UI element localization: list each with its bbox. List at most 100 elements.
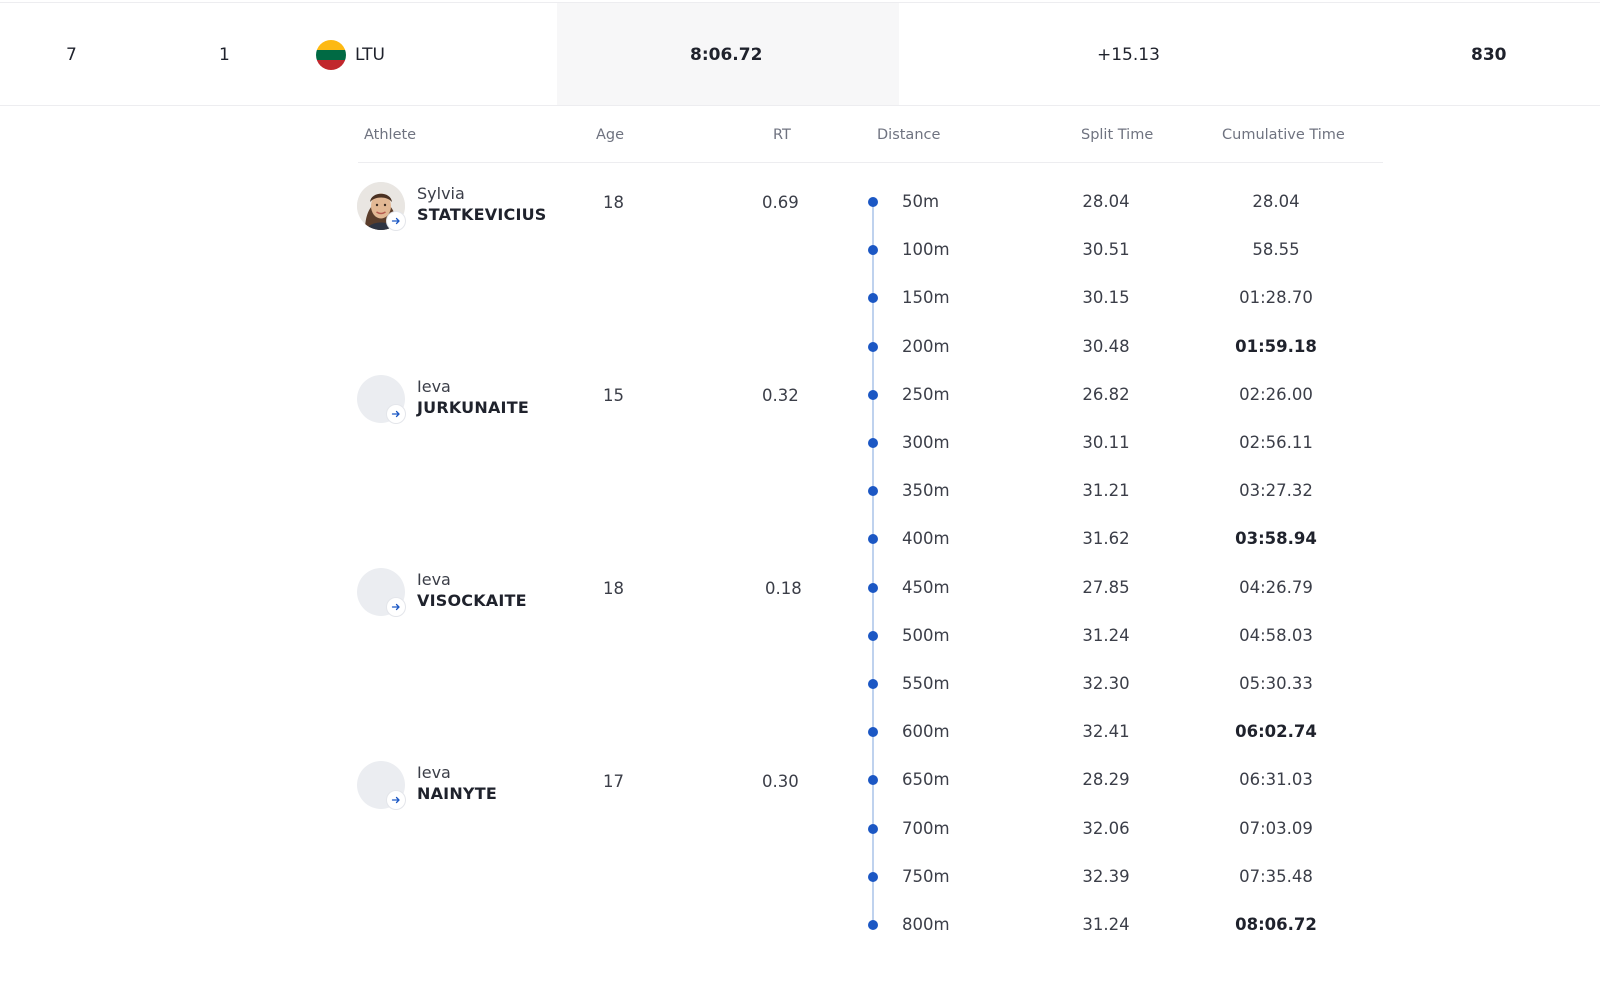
- athlete-last-name: VISOCKAITE: [417, 591, 527, 610]
- results-page: 7 1 LTU 8:06.72 +15.13 830 Athlete Age R…: [0, 0, 1600, 982]
- split-distance: 600m: [902, 722, 950, 742]
- cumulative-time: 06:31.03: [1239, 770, 1313, 790]
- split-row: 450m 27.85 04:26.79: [860, 577, 1390, 601]
- header-split-time: Split Time: [1081, 127, 1154, 143]
- split-row: 500m 31.24 04:58.03: [860, 625, 1390, 649]
- split-distance: 200m: [902, 336, 950, 356]
- header-cumulative-time: Cumulative Time: [1222, 127, 1345, 143]
- athlete-rt: 0.69: [762, 193, 799, 212]
- athlete-first-name: Ieva: [417, 570, 451, 589]
- timeline-dot-icon: [868, 920, 878, 930]
- split-distance: 400m: [902, 529, 950, 549]
- athlete-first-name: Ieva: [417, 763, 451, 782]
- split-time: 28.04: [1082, 192, 1130, 211]
- split-time: 31.24: [1082, 625, 1130, 645]
- split-distance: 100m: [902, 240, 950, 260]
- athlete-age: 18: [603, 579, 624, 598]
- avatar-placeholder: [357, 761, 405, 809]
- split-row: 600m 32.41 06:02.74: [860, 721, 1390, 745]
- timeline-dot-icon: [868, 293, 878, 304]
- split-distance: 750m: [902, 866, 950, 886]
- cumulative-time: 02:26.00: [1239, 384, 1313, 404]
- cumulative-time: 04:26.79: [1239, 577, 1313, 597]
- split-row: 400m 31.62 03:58.94: [860, 528, 1390, 552]
- split-time: 31.21: [1082, 481, 1130, 501]
- athlete-last-name: NAINYTE: [417, 784, 497, 803]
- athlete-3[interactable]: Ieva VISOCKAITE: [357, 568, 577, 620]
- split-row: 350m 31.21 03:27.32: [860, 480, 1390, 504]
- header-rt: RT: [773, 127, 791, 143]
- split-row: 150m 30.15 01:28.70: [860, 287, 1390, 311]
- header-age: Age: [596, 127, 625, 143]
- points: 830: [1471, 45, 1507, 65]
- split-row: 100m 30.51 58.55: [860, 239, 1390, 263]
- split-distance: 350m: [902, 481, 950, 501]
- athlete-age: 18: [603, 193, 624, 212]
- timeline-dot-icon: [868, 197, 878, 207]
- header-distance: Distance: [877, 127, 941, 143]
- header-divider: [358, 162, 1383, 163]
- athlete-age: 15: [603, 386, 624, 405]
- timeline-dot-icon: [868, 871, 878, 882]
- athlete-rt: 0.32: [762, 386, 799, 405]
- split-time: 32.39: [1082, 866, 1130, 886]
- split-distance: 150m: [902, 288, 950, 308]
- timeline-dot-icon: [868, 534, 878, 545]
- split-distance: 50m: [902, 192, 940, 211]
- lithuania-flag-icon: [316, 40, 346, 70]
- split-row: 50m 28.04 28.04: [860, 191, 1390, 215]
- split-distance: 550m: [902, 674, 950, 693]
- athlete-2[interactable]: Ieva JURKUNAITE: [357, 375, 577, 427]
- cumulative-time: 06:02.74: [1235, 722, 1317, 742]
- split-distance: 700m: [902, 818, 950, 838]
- split-time: 28.29: [1082, 770, 1130, 790]
- split-time: 31.24: [1082, 915, 1130, 934]
- timeline-dot-icon: [868, 582, 878, 593]
- timeline-dot-icon: [868, 679, 878, 689]
- athlete-last-name: JURKUNAITE: [417, 398, 529, 417]
- athlete-first-name: Ieva: [417, 377, 451, 396]
- timeline-dot-icon: [868, 727, 878, 738]
- split-time: 27.85: [1082, 577, 1130, 597]
- header-athlete: Athlete: [364, 127, 417, 143]
- timeline-dot-icon: [868, 823, 878, 834]
- avatar-placeholder: [357, 375, 405, 423]
- split-time: 30.11: [1082, 433, 1130, 452]
- arrow-right-icon[interactable]: [387, 598, 405, 616]
- athlete-rt: 0.30: [762, 772, 799, 791]
- split-row: 800m 31.24 08:06.72: [860, 914, 1390, 938]
- cumulative-time: 04:58.03: [1239, 625, 1313, 645]
- athlete-1[interactable]: Sylvia STATKEVICIUS: [357, 182, 577, 234]
- athlete-last-name: STATKEVICIUS: [417, 205, 547, 224]
- final-time: 8:06.72: [690, 45, 763, 65]
- timeline-dot-icon: [868, 438, 878, 448]
- athlete-rt: 0.18: [765, 579, 802, 598]
- cumulative-time: 07:35.48: [1239, 866, 1313, 886]
- split-distance: 800m: [902, 915, 950, 934]
- athlete-4[interactable]: Ieva NAINYTE: [357, 761, 577, 813]
- split-distance: 650m: [902, 770, 950, 790]
- arrow-right-icon[interactable]: [387, 212, 405, 230]
- result-row-ltu[interactable]: 7 1 LTU 8:06.72 +15.13 830: [0, 3, 1600, 106]
- split-time: 31.62: [1082, 529, 1130, 549]
- split-row: 750m 32.39 07:35.48: [860, 866, 1390, 890]
- timeline-dot-icon: [868, 389, 878, 400]
- cumulative-time: 03:58.94: [1235, 529, 1317, 549]
- split-time: 32.41: [1082, 722, 1130, 742]
- split-time: 32.30: [1082, 674, 1130, 693]
- arrow-right-icon[interactable]: [387, 791, 405, 809]
- timeline-dot-icon: [868, 341, 878, 352]
- split-time: 30.48: [1082, 336, 1130, 356]
- timeline-dot-icon: [868, 245, 878, 256]
- athlete-first-name: Sylvia: [417, 184, 465, 203]
- arrow-right-icon[interactable]: [387, 405, 405, 423]
- split-time: 30.15: [1082, 288, 1130, 308]
- split-distance: 500m: [902, 625, 950, 645]
- split-distance: 250m: [902, 384, 950, 404]
- split-time: 26.82: [1082, 384, 1130, 404]
- split-row: 700m 32.06 07:03.09: [860, 818, 1390, 842]
- cumulative-time: 01:28.70: [1239, 288, 1313, 308]
- split-time: 30.51: [1082, 240, 1130, 260]
- split-row: 200m 30.48 01:59.18: [860, 336, 1390, 360]
- lane: 1: [219, 45, 230, 65]
